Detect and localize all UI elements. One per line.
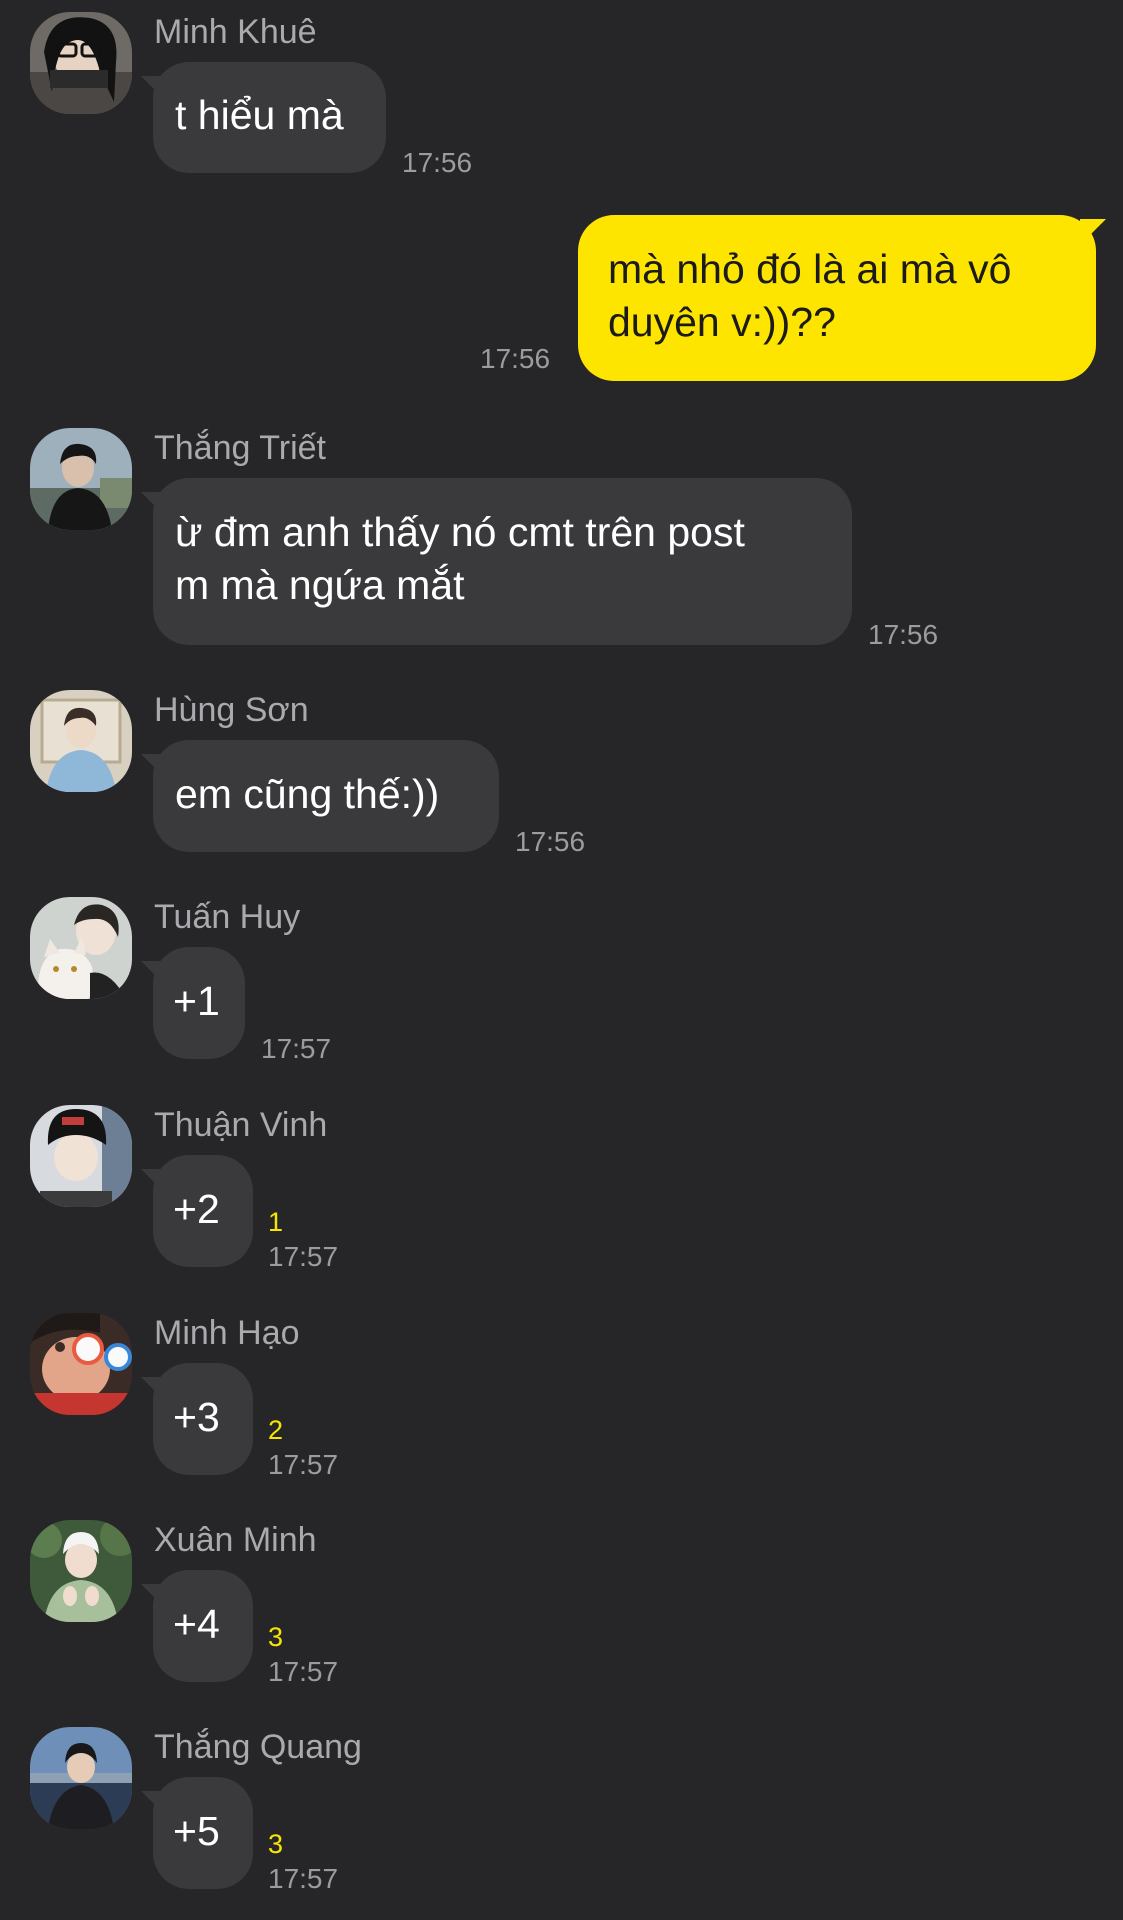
avatar-thang-triet[interactable] bbox=[30, 428, 132, 530]
message-bubble[interactable]: +4 bbox=[153, 1570, 253, 1682]
message-time: 17:56 bbox=[402, 147, 473, 178]
avatar-thuan-vinh[interactable] bbox=[30, 1105, 132, 1207]
unread-count: 1 bbox=[268, 1207, 284, 1237]
avatar-thang-quang[interactable] bbox=[30, 1727, 132, 1829]
message-text-line: ừ đm anh thấy nó cmt trên post bbox=[175, 509, 745, 555]
message-text: +4 bbox=[173, 1601, 220, 1647]
message-time: 17:56 bbox=[480, 343, 551, 374]
message-bubble[interactable]: +3 bbox=[153, 1363, 253, 1475]
message-bubble[interactable]: em cũng thế:)) bbox=[153, 740, 499, 852]
avatar-xuan-minh[interactable] bbox=[30, 1520, 132, 1622]
message-text: +2 bbox=[173, 1186, 220, 1232]
message-bubble-outgoing[interactable]: mà nhỏ đó là ai mà vô duyên v:))?? bbox=[578, 215, 1096, 381]
sender-name: Thắng Quang bbox=[154, 1728, 362, 1766]
message-bubble[interactable]: +2 bbox=[153, 1155, 253, 1267]
sender-name: Thắng Triết bbox=[154, 429, 326, 467]
sender-name: Hùng Sơn bbox=[154, 691, 309, 729]
unread-count: 3 bbox=[268, 1622, 284, 1652]
message-bubble[interactable]: +1 bbox=[153, 947, 245, 1059]
message-bubble[interactable]: +5 bbox=[153, 1777, 253, 1889]
message-time: 17:57 bbox=[261, 1033, 332, 1064]
sender-name: Xuân Minh bbox=[154, 1521, 317, 1559]
message-text: +1 bbox=[173, 978, 220, 1024]
sender-name: Tuấn Huy bbox=[154, 898, 301, 936]
message-bubble[interactable]: t hiểu mà bbox=[153, 62, 386, 173]
sender-name: Minh Khuê bbox=[154, 13, 317, 51]
unread-count: 3 bbox=[268, 1829, 284, 1859]
message-text-line: m mà ngứa mắt bbox=[175, 562, 465, 608]
sender-name: Thuận Vinh bbox=[154, 1106, 328, 1144]
message-text: +3 bbox=[173, 1394, 220, 1440]
message-time: 17:57 bbox=[268, 1449, 339, 1480]
message-text: em cũng thế:)) bbox=[175, 771, 440, 817]
message-time: 17:57 bbox=[268, 1863, 339, 1894]
message-text-line: duyên v:))?? bbox=[608, 299, 836, 345]
message-time: 17:56 bbox=[515, 826, 586, 857]
message-text: +5 bbox=[173, 1808, 220, 1854]
unread-count: 2 bbox=[268, 1415, 284, 1445]
message-bubble[interactable]: ừ đm anh thấy nó cmt trên post m mà ngứa… bbox=[153, 478, 852, 645]
avatar-minh-khue[interactable] bbox=[30, 12, 132, 114]
message-time: 17:56 bbox=[868, 619, 939, 650]
avatar-minh-hao[interactable] bbox=[30, 1313, 132, 1415]
avatar-tuan-huy[interactable] bbox=[30, 897, 132, 999]
chat-message-list[interactable]: Minh Khuê t hiểu mà 17:56 mà nhỏ đó là a… bbox=[0, 0, 1123, 1920]
message-time: 17:57 bbox=[268, 1241, 339, 1272]
message-time: 17:57 bbox=[268, 1656, 339, 1687]
sender-name: Minh Hạo bbox=[154, 1314, 300, 1352]
message-text: t hiểu mà bbox=[175, 92, 344, 138]
message-text-line: mà nhỏ đó là ai mà vô bbox=[608, 246, 1012, 292]
avatar-hung-son[interactable] bbox=[30, 690, 132, 792]
